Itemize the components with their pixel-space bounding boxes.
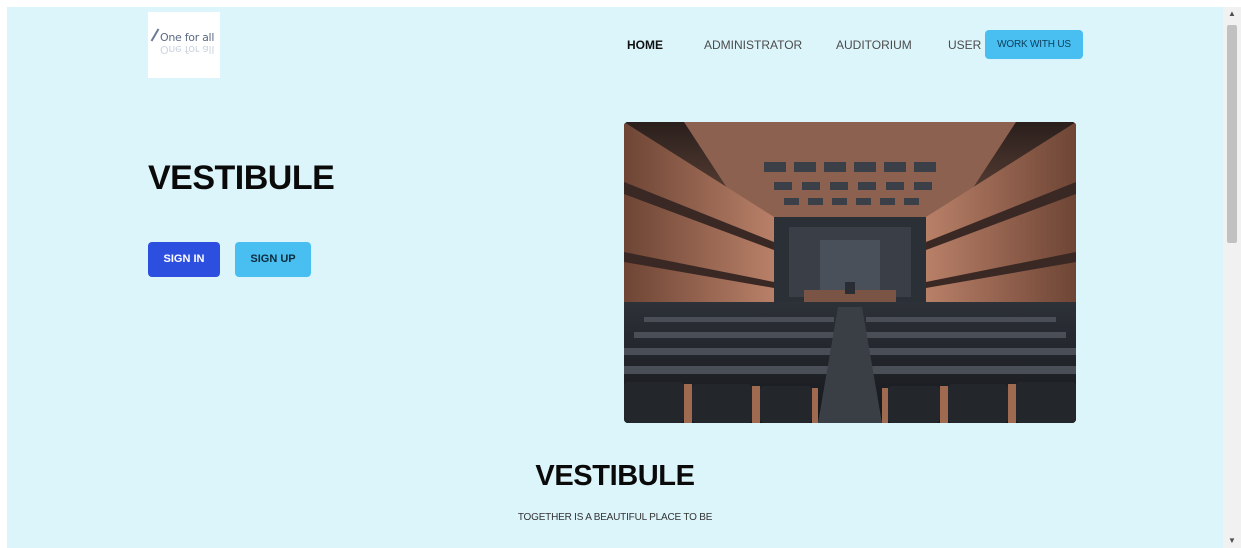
section-title: VESTIBULE bbox=[535, 460, 695, 492]
pen-stroke-icon bbox=[150, 28, 160, 42]
auditorium-image bbox=[624, 122, 1076, 423]
section-subtitle: TOGETHER IS A BEAUTIFUL PLACE TO BE bbox=[517, 512, 713, 523]
hero-title: VESTIBULE bbox=[148, 159, 335, 197]
nav-home[interactable]: HOME bbox=[627, 38, 663, 54]
scroll-up-arrow-icon[interactable]: ▲ bbox=[1223, 7, 1241, 21]
sign-in-button[interactable]: SIGN IN bbox=[148, 242, 220, 277]
sign-up-button[interactable]: SIGN UP bbox=[235, 242, 311, 277]
nav-administrator[interactable]: ADMINISTRATOR bbox=[704, 38, 802, 54]
site-logo[interactable]: One for all One for all bbox=[148, 12, 220, 78]
scroll-thumb[interactable] bbox=[1227, 25, 1237, 243]
scroll-down-arrow-icon[interactable]: ▼ bbox=[1223, 534, 1241, 548]
nav-user[interactable]: USER bbox=[948, 38, 981, 54]
logo-reflection: One for all bbox=[160, 43, 215, 56]
nav-auditorium[interactable]: AUDITORIUM bbox=[836, 38, 912, 54]
vertical-scrollbar[interactable]: ▲ ▼ bbox=[1223, 7, 1241, 548]
page-viewport: One for all One for all HOME ADMINISTRAT… bbox=[7, 7, 1223, 548]
work-with-us-button[interactable]: WORK WITH US bbox=[985, 30, 1083, 59]
